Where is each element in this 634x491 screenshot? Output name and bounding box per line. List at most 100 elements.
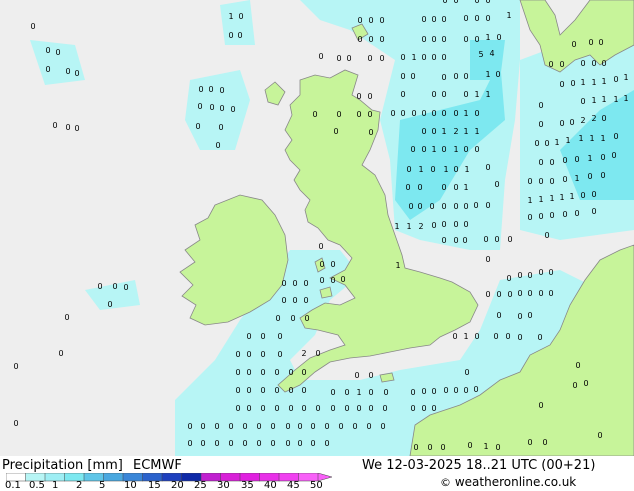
precip-value-label: 0 [538, 120, 543, 129]
credit: © weatheronline.co.uk [440, 475, 576, 490]
precip-value-label: 0 [301, 404, 306, 413]
precip-value-label: 0 [277, 332, 282, 341]
legend-model: ECMWF [133, 458, 182, 473]
precip-value-label: 0 [507, 290, 512, 299]
precip-value-label: 0 [537, 333, 542, 342]
precip-value-label: 0 [379, 54, 384, 63]
precip-value-label: 0 [506, 274, 511, 283]
precip-value-label: 0 [340, 275, 345, 284]
precip-value-label: 0 [367, 110, 372, 119]
precip-value-label: 0 [123, 283, 128, 292]
precip-value-label: 0 [517, 289, 522, 298]
precip-value-label: 0 [591, 207, 596, 216]
precip-value-label: 1 [453, 145, 458, 154]
precip-value-label: 0 [431, 387, 436, 396]
credit-text: weatheronline.co.uk [454, 475, 577, 489]
precip-value-label: 0 [242, 439, 247, 448]
precip-value-label: 0 [408, 202, 413, 211]
precip-value-label: 1 [395, 261, 400, 270]
precip-value-label: 0 [237, 31, 242, 40]
precip-value-label: 1 [431, 145, 436, 154]
precip-value-label: 1 [587, 154, 592, 163]
precip-value-label: 0 [219, 86, 224, 95]
precip-value-label: 1 [623, 73, 628, 82]
precip-value-label: 0 [368, 128, 373, 137]
precip-value-label: 0 [429, 202, 434, 211]
precip-value-label: 0 [571, 40, 576, 49]
precip-value-label: 0 [431, 53, 436, 62]
precip-value-label: 1 [569, 192, 574, 201]
precip-value-label: 1 [538, 195, 543, 204]
precip-value-label: 0 [538, 158, 543, 167]
precip-value-label: 0 [301, 386, 306, 395]
precip-value-label: 0 [442, 0, 447, 5]
precip-value-label: 0 [400, 90, 405, 99]
precip-value-label: 0 [228, 439, 233, 448]
precip-value-label: 1 [463, 109, 468, 118]
precip-value-label: 0 [344, 388, 349, 397]
precip-value-label: 0 [382, 404, 387, 413]
precip-value-label: 0 [235, 368, 240, 377]
precip-value-label: 0 [496, 290, 501, 299]
precip-value-label: 0 [601, 114, 606, 123]
precip-value-label: 0 [495, 443, 500, 452]
precip-value-label: 0 [421, 127, 426, 136]
precip-value-label: 0 [260, 368, 265, 377]
precip-value-label: 0 [485, 255, 490, 264]
precip-value-label: 2 [580, 116, 585, 125]
precip-value-label: 0 [312, 110, 317, 119]
precip-value-label: 0 [379, 16, 384, 25]
precip-value-label: 0 [368, 404, 373, 413]
precip-value-label: 1 [549, 194, 554, 203]
precip-value-label: 0 [218, 123, 223, 132]
precip-value-label: 0 [368, 16, 373, 25]
precip-value-label: 0 [431, 221, 436, 230]
precip-value-label: 0 [318, 242, 323, 251]
precip-value-label: 0 [548, 268, 553, 277]
precip-value-label: 0 [235, 404, 240, 413]
precip-value-label: 0 [417, 183, 422, 192]
precip-value-label: 0 [318, 52, 323, 61]
precip-value-label: 1 [463, 183, 468, 192]
precip-value-label: 0 [441, 15, 446, 24]
precip-value-label: 0 [544, 139, 549, 148]
precip-value-label: 0 [292, 279, 297, 288]
precip-value-label: 0 [410, 72, 415, 81]
precip-value-label: 0 [443, 386, 448, 395]
precip-value-label: 0 [107, 300, 112, 309]
precip-value-label: 1 [474, 127, 479, 136]
precip-value-label: 0 [463, 145, 468, 154]
precip-value-label: 0 [330, 260, 335, 269]
precip-value-label: 1 [601, 77, 606, 86]
precip-value-label: 1 [441, 127, 446, 136]
precip-value-label: 0 [431, 15, 436, 24]
precip-value-label: 0 [580, 59, 585, 68]
precip-value-label: 0 [13, 362, 18, 371]
precip-value-label: 0 [527, 177, 532, 186]
precip-value-label: 0 [246, 404, 251, 413]
precip-value-label: 0 [285, 422, 290, 431]
precip-value-label: 0 [485, 0, 490, 5]
precip-value-label: 0 [463, 90, 468, 99]
precip-value-label: 0 [569, 118, 574, 127]
precip-value-label: 0 [467, 441, 472, 450]
precip-value-label: 0 [290, 314, 295, 323]
precip-value-label: 0 [330, 388, 335, 397]
precip-value-label: 0 [474, 145, 479, 154]
precip-value-label: 0 [583, 379, 588, 388]
precip-value-label: 0 [219, 104, 224, 113]
precip-value-label: 0 [301, 368, 306, 377]
precip-value-label: 0 [285, 439, 290, 448]
precip-value-label: 0 [485, 201, 490, 210]
precip-value-label: 0 [208, 85, 213, 94]
precip-value-label: 0 [410, 145, 415, 154]
precip-value-label: 0 [55, 48, 60, 57]
precip-value-label: 0 [235, 386, 240, 395]
precip-value-label: 0 [246, 368, 251, 377]
precip-value-label: 0 [45, 46, 50, 55]
precip-value-label: 0 [496, 33, 501, 42]
precip-value-label: 0 [453, 72, 458, 81]
precip-value-label: 0 [65, 123, 70, 132]
precip-value-label: 0 [214, 439, 219, 448]
precip-value-label: 1 [589, 134, 594, 143]
